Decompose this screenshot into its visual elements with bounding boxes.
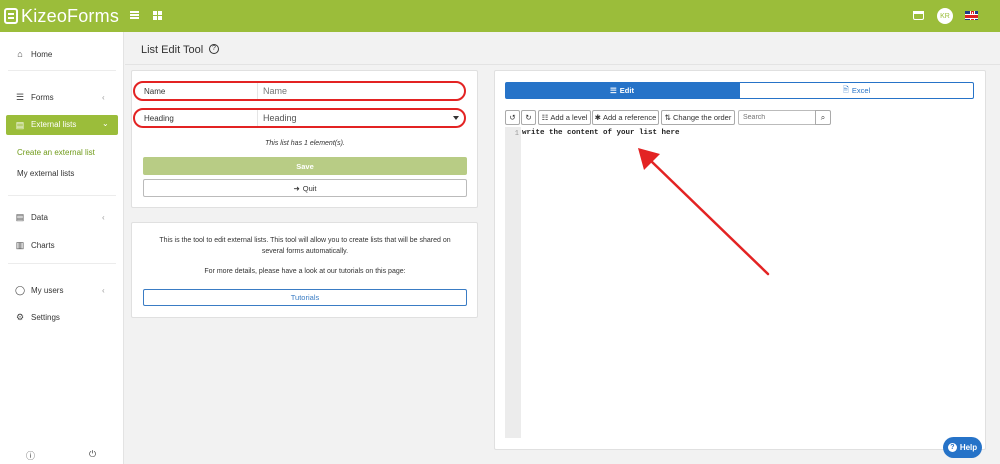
change-order-button[interactable]: ⇅ Change the order: [661, 110, 735, 125]
redo-icon: ↻: [525, 113, 532, 122]
page-title: List Edit Tool: [141, 44, 204, 56]
add-reference-label: Add a reference: [602, 113, 657, 122]
sidebar-divider: [8, 195, 116, 196]
field-separator: [257, 110, 258, 126]
chart-icon: ▥: [15, 240, 25, 250]
asterisk-icon: ✱: [594, 113, 601, 122]
quit-label: Quit: [302, 183, 317, 193]
forms-icon: ☰: [15, 92, 25, 102]
sidebar-item-my-users[interactable]: ◯ My users ‹: [0, 282, 124, 298]
list-icon: ▤: [15, 120, 25, 130]
add-reference-button[interactable]: ✱ Add a reference: [592, 110, 659, 125]
name-field-row: Name: [133, 81, 466, 101]
add-level-label: Add a level: [550, 113, 588, 122]
redo-button[interactable]: ↻: [521, 110, 536, 125]
data-icon: ▤: [15, 212, 25, 222]
question-icon: ?: [947, 443, 957, 452]
logo-icon: [4, 8, 18, 24]
editor-line: write the content of your list here: [522, 129, 680, 137]
sidebar-item-label: Settings: [31, 312, 60, 322]
sidebar-item-label: Charts: [31, 240, 55, 250]
chevron-left-icon: ‹: [102, 92, 105, 102]
sidebar-item-data[interactable]: ▤ Data ‹: [0, 209, 124, 225]
line-number: 1: [514, 130, 519, 138]
user-avatar[interactable]: KR: [937, 8, 953, 24]
heading-field-row: Heading Heading: [133, 108, 466, 128]
file-icon: 🖹: [842, 85, 849, 94]
save-button[interactable]: Save: [143, 157, 467, 175]
sidebar-item-external-lists[interactable]: ▤ External lists ⌄: [6, 115, 118, 135]
undo-icon: ↺: [509, 113, 516, 122]
apps-grid-icon[interactable]: [153, 11, 162, 20]
sidebar-item-label: Data: [31, 212, 48, 222]
sidebar-divider: [8, 70, 116, 71]
info-text-line1: This is the tool to edit external lists.…: [159, 237, 451, 244]
search-input[interactable]: [738, 110, 816, 125]
undo-button[interactable]: ↺: [505, 110, 520, 125]
power-icon[interactable]: ⏻: [89, 449, 96, 460]
annotation-arrow: [638, 148, 770, 276]
tab-edit[interactable]: ☰ Edit: [505, 82, 739, 99]
home-icon: ⌂: [17, 49, 23, 59]
subnav-my-lists[interactable]: My external lists: [17, 169, 74, 178]
change-order-label: Change the order: [672, 113, 732, 122]
chevron-down-icon: ⌄: [102, 119, 109, 128]
sidebar: ⌂ Home ☰ Forms ‹ ▤ External lists ⌄ Crea…: [0, 32, 124, 464]
name-input[interactable]: [263, 85, 459, 97]
gear-icon: ⚙: [15, 312, 25, 322]
tab-edit-label: Edit: [619, 86, 634, 95]
sidebar-divider: [8, 263, 116, 264]
heading-select[interactable]: Heading: [263, 113, 297, 123]
uk-flag-icon[interactable]: [965, 11, 978, 20]
sidebar-item-label: My users: [31, 285, 64, 295]
info-text-line3: For more details, please have a look at …: [204, 268, 406, 275]
sidebar-item-charts[interactable]: ▥ Charts: [0, 237, 124, 253]
tab-excel-label: Excel: [851, 86, 871, 95]
tutorials-button[interactable]: Tutorials: [143, 289, 467, 306]
title-divider: [125, 64, 1000, 65]
element-count-text: This list has 1 element(s).: [265, 140, 345, 147]
sidebar-item-home[interactable]: ⌂ Home: [0, 46, 124, 62]
field-separator: [257, 83, 258, 99]
caret-down-icon: [453, 116, 459, 120]
search-button[interactable]: ⌕: [815, 110, 831, 125]
sidebar-item-settings[interactable]: ⚙ Settings: [0, 309, 124, 325]
menu-icon[interactable]: [130, 11, 139, 19]
exit-icon: ➜: [293, 183, 300, 193]
heading-label: Heading: [144, 114, 174, 123]
name-label: Name: [144, 87, 166, 96]
line-number-gutter: 1: [505, 127, 521, 438]
add-level-button[interactable]: ☷ Add a level: [538, 110, 591, 125]
subnav-create-list[interactable]: Create an external list: [17, 148, 95, 157]
tab-excel[interactable]: 🖹 Excel: [739, 82, 974, 99]
list-icon: ☰: [610, 86, 617, 95]
sidebar-item-label: Forms: [31, 92, 54, 102]
quit-button[interactable]: ➜ Quit: [143, 179, 467, 197]
help-button[interactable]: ? Help: [943, 437, 982, 458]
help-button-label: Help: [959, 443, 978, 452]
sidebar-item-label: Home: [31, 49, 53, 59]
sidebar-item-forms[interactable]: ☰ Forms ‹: [0, 89, 124, 105]
top-bar: KizeoForms KR: [0, 0, 1000, 32]
chevron-left-icon: ‹: [102, 285, 105, 295]
chevron-left-icon: ‹: [102, 212, 105, 222]
help-icon[interactable]: ?: [209, 44, 219, 54]
sidebar-item-label: External lists: [31, 120, 77, 129]
app-logo[interactable]: KizeoForms: [4, 5, 119, 27]
user-icon: ◯: [15, 285, 26, 295]
search-icon: ⌕: [820, 112, 826, 122]
sort-icon: ⇅: [664, 113, 671, 122]
help-circle-icon[interactable]: ⓘ: [26, 449, 35, 462]
sitemap-icon: ☷: [541, 113, 549, 122]
basket-icon[interactable]: [913, 11, 924, 20]
logo-text: KizeoForms: [21, 5, 120, 26]
info-text-line2: several forms automatically.: [261, 248, 349, 255]
